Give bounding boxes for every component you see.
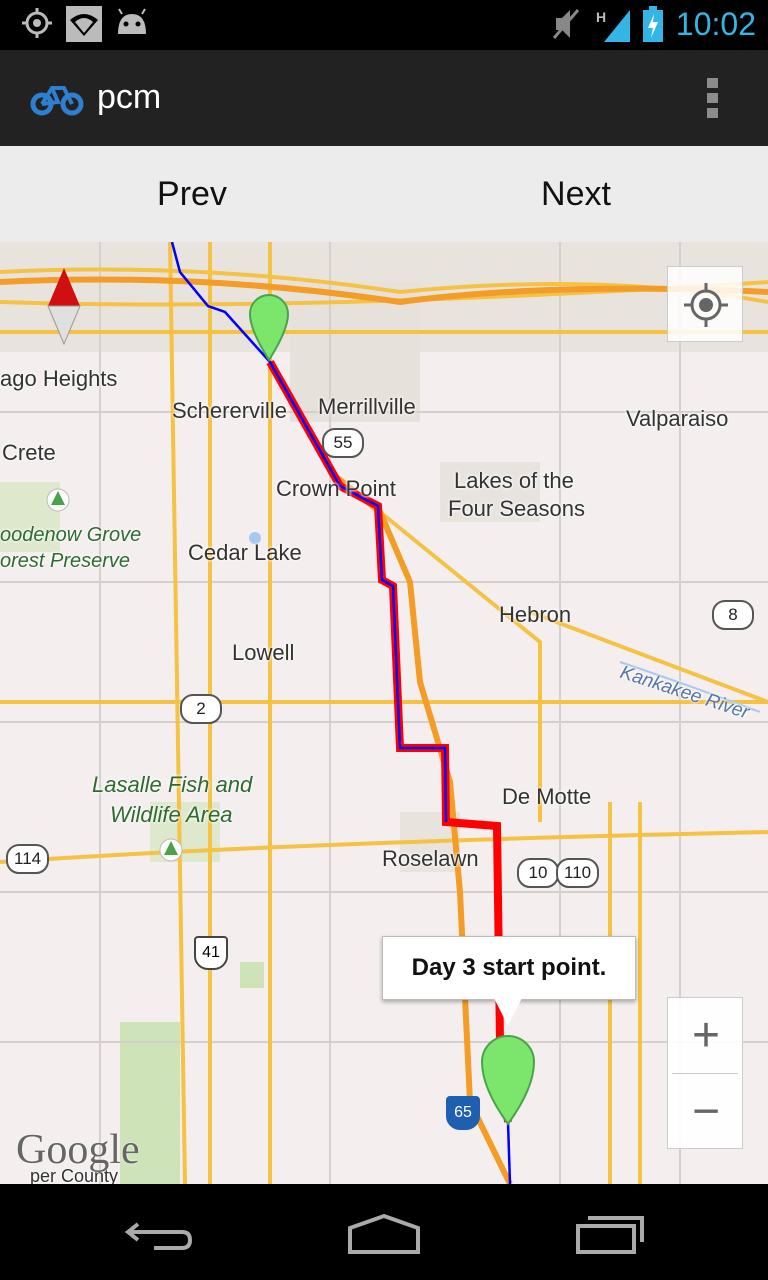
- gps-icon: [20, 6, 54, 45]
- map-view[interactable]: ago Heights Schererville Merrillville Va…: [0, 242, 768, 1184]
- forest-icon: [159, 838, 183, 862]
- route-shield: 2: [180, 694, 222, 724]
- place-label: De Motte: [502, 784, 592, 809]
- place-label: Crown Point: [276, 476, 396, 501]
- info-window-tail: [494, 998, 522, 1026]
- system-navigation-bar: [0, 1184, 768, 1280]
- place-label: Hebron: [499, 602, 572, 627]
- forest-icon: [46, 488, 70, 512]
- back-icon[interactable]: [124, 1214, 194, 1259]
- network-type-label: H: [596, 9, 606, 25]
- mute-icon: [550, 6, 582, 47]
- bicycle-icon: [30, 78, 84, 123]
- signal-icon: H: [594, 6, 634, 49]
- marker-info-window[interactable]: Day 3 start point.: [382, 936, 636, 1000]
- prev-button[interactable]: Prev: [0, 146, 384, 242]
- my-location-button[interactable]: [667, 266, 743, 342]
- zoom-in-button[interactable]: +: [668, 998, 744, 1073]
- place-label: ago Heights: [0, 366, 118, 391]
- place-label: Merrillville: [318, 394, 416, 419]
- place-label: Wildlife Area: [110, 802, 233, 827]
- action-bar: pcm: [0, 50, 768, 146]
- home-icon[interactable]: [346, 1212, 422, 1261]
- place-label: Lakes of the: [454, 468, 574, 493]
- clock: 10:02: [675, 6, 756, 42]
- route-shield: 10: [517, 858, 559, 888]
- route-shield: 110: [556, 858, 600, 888]
- route-shield: 55: [322, 428, 364, 458]
- recent-apps-icon[interactable]: [574, 1214, 646, 1259]
- status-bar: H 10:02: [0, 0, 768, 50]
- overflow-menu-icon[interactable]: [704, 78, 720, 120]
- prev-next-bar: Prev Next: [0, 146, 768, 242]
- wifi-icon: [66, 6, 102, 47]
- crosshair-icon: [684, 283, 728, 327]
- place-label: Schererville: [172, 398, 287, 423]
- next-button[interactable]: Next: [384, 146, 768, 242]
- place-label: Crete: [2, 440, 56, 465]
- place-label: orest Preserve: [0, 550, 131, 572]
- place-label: Lasalle Fish and: [92, 772, 253, 797]
- battery-charging-icon: [642, 6, 664, 47]
- place-label: Lowell: [232, 640, 295, 665]
- us-route-shield: 41: [194, 936, 228, 970]
- place-label: Roselawn: [382, 846, 479, 871]
- google-logo: Google: [16, 1127, 140, 1173]
- route-shield: 114: [6, 844, 50, 874]
- place-label: Cedar Lake: [188, 540, 302, 565]
- interstate-shield: 65: [446, 1096, 480, 1130]
- zoom-out-button[interactable]: −: [668, 1074, 744, 1149]
- place-label: Four Seasons: [448, 496, 585, 521]
- app-title: pcm: [97, 78, 162, 116]
- place-label: Valparaiso: [626, 406, 729, 431]
- day3-marker-icon[interactable]: [480, 1035, 536, 1126]
- zoom-controls: + −: [667, 997, 743, 1149]
- park-area: [240, 962, 264, 988]
- android-icon: [114, 6, 150, 43]
- route-shield: 8: [712, 600, 754, 630]
- place-label: oodenow Grove: [0, 524, 142, 546]
